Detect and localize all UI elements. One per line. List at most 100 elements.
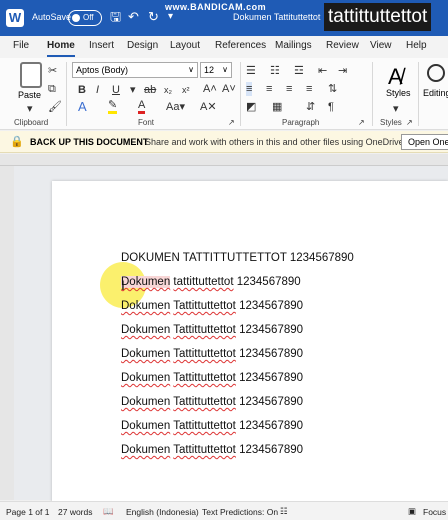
italic-icon[interactable]: I [96, 83, 99, 97]
line-spacing-icon[interactable]: ⇅ [328, 82, 337, 96]
tab-layout[interactable]: Layout [170, 40, 200, 51]
search-icon[interactable] [427, 64, 445, 82]
page-count[interactable]: Page 1 of 1 [6, 507, 49, 517]
strikethrough-icon[interactable]: ab [144, 83, 156, 97]
tab-home[interactable]: Home [47, 40, 75, 57]
number-text: 1234567890 [239, 324, 304, 336]
group-divider [372, 62, 373, 126]
tab-insert[interactable]: Insert [89, 40, 114, 51]
paragraph-line[interactable]: Dokumen Tattittuttettot 1234567890 [121, 300, 303, 312]
message-text: Share and work with others in this and o… [145, 137, 407, 147]
tab-references[interactable]: References [215, 40, 266, 51]
align-center-icon[interactable]: ≡ [266, 82, 272, 96]
shrink-font-icon[interactable]: A˅ [222, 82, 236, 96]
word-count[interactable]: 27 words [58, 507, 93, 517]
font-size-select[interactable]: 12 ∨ [200, 62, 232, 78]
font-color-icon[interactable]: A [138, 100, 146, 114]
subscript-icon[interactable]: x₂ [164, 83, 172, 97]
tab-review[interactable]: Review [326, 40, 359, 51]
increase-indent-icon[interactable]: ⇥ [338, 64, 347, 78]
shading-icon[interactable]: ◩ [246, 100, 256, 114]
horizontal-ruler[interactable] [0, 154, 448, 166]
paragraph-line[interactable]: Dokumen Tattittuttettot 1234567890 [121, 324, 303, 336]
focus-icon[interactable]: ▣ [408, 506, 416, 517]
styles-icon[interactable]: A̸ [388, 64, 403, 90]
styles-dropdown-icon[interactable]: ▾ [393, 102, 399, 116]
language-status[interactable]: English (Indonesia) [126, 507, 199, 517]
word-logo: W [6, 9, 24, 27]
paste-icon[interactable] [20, 62, 42, 88]
decrease-indent-icon[interactable]: ⇤ [318, 64, 327, 78]
font-name-select[interactable]: Aptos (Body) ∨ [72, 62, 198, 78]
autosave-toggle[interactable]: Off [68, 10, 102, 26]
underline-icon[interactable]: U [112, 83, 120, 97]
open-onedrive-button[interactable]: Open One [401, 134, 448, 150]
misspelled-word: Tattittuttettot [173, 396, 236, 408]
copy-icon[interactable]: ⧉ [48, 82, 56, 96]
styles-group-label: Styles [380, 118, 402, 127]
proofing-icon[interactable]: 📖 [103, 506, 114, 517]
undo-icon[interactable]: ↶ [128, 9, 139, 25]
misspelled-word: Dokumen [121, 324, 171, 336]
heading-paragraph[interactable]: DOKUMEN TATTITTUTTETTOT 1234567890 [121, 252, 354, 264]
paragraph-line[interactable]: Dokumen tattittuttettot 1234567890 [121, 276, 301, 288]
grow-font-icon[interactable]: A˄ [203, 82, 217, 96]
number-text: 1234567890 [236, 276, 301, 288]
bullets-icon[interactable]: ☰ [246, 64, 256, 78]
tab-help[interactable]: Help [406, 40, 427, 51]
bold-icon[interactable]: B [78, 83, 86, 97]
align-left-icon[interactable]: ≡ [246, 82, 253, 96]
format-painter-icon[interactable]: 🖌 [48, 100, 62, 114]
message-title: BACK UP THIS DOCUMENT [30, 137, 149, 147]
accessibility-icon[interactable]: ☷ [280, 506, 288, 517]
paragraph-line[interactable]: Dokumen Tattittuttettot 1234567890 [121, 420, 303, 432]
highlight-icon[interactable]: ✎ [108, 100, 118, 114]
misspelled-word: Tattittuttettot [173, 420, 236, 432]
paragraph-line[interactable]: Dokumen Tattittuttettot 1234567890 [121, 396, 303, 408]
autosave-label: AutoSave [32, 12, 72, 22]
group-divider [418, 62, 419, 126]
vertical-ruler[interactable] [0, 166, 14, 500]
focus-label[interactable]: Focus [423, 507, 446, 517]
borders-icon[interactable]: ▦ [272, 100, 282, 114]
justify-icon[interactable]: ≡ [306, 82, 312, 96]
styles-dialog-launcher-icon[interactable]: ↗ [406, 116, 413, 130]
font-dialog-launcher-icon[interactable]: ↗ [228, 116, 235, 130]
show-marks-icon[interactable]: ¶ [328, 100, 334, 114]
tab-mailings[interactable]: Mailings [275, 40, 312, 51]
editing-button-label[interactable]: Editing [423, 88, 448, 98]
tab-file[interactable]: File [13, 40, 29, 51]
styles-button-label[interactable]: Styles [386, 88, 411, 98]
tab-view[interactable]: View [370, 40, 392, 51]
sort-icon[interactable]: ⇵ [306, 100, 315, 114]
tab-design[interactable]: Design [127, 40, 158, 51]
paragraph-line[interactable]: Dokumen Tattittuttettot 1234567890 [121, 444, 303, 456]
text-effects-icon[interactable]: A [78, 100, 87, 114]
paste-button-label[interactable]: Paste [18, 90, 41, 100]
underline-dropdown-icon[interactable]: ▾ [130, 83, 136, 97]
align-right-icon[interactable]: ≡ [286, 82, 292, 96]
cut-icon[interactable]: ✂ [48, 64, 57, 78]
number-text: 1234567890 [239, 396, 304, 408]
paste-dropdown-icon[interactable]: ▾ [27, 102, 33, 116]
overlay-caption: tattittuttettot [324, 3, 432, 31]
misspelled-word: Dokumen [121, 444, 171, 456]
paragraph-dialog-launcher-icon[interactable]: ↗ [358, 116, 365, 130]
misspelled-word: Dokumen [121, 348, 171, 360]
group-divider [66, 62, 67, 126]
ribbon: Paste ▾ ✂ ⧉ 🖌 Clipboard Aptos (Body) ∨ 12… [0, 58, 448, 130]
superscript-icon[interactable]: x² [182, 83, 190, 97]
clipboard-group-label: Clipboard [14, 118, 49, 127]
clear-formatting-icon[interactable]: A✕ [200, 100, 217, 114]
numbering-icon[interactable]: ☷ [270, 64, 280, 78]
multilevel-list-icon[interactable]: ☲ [294, 64, 304, 78]
font-size-value: 12 [204, 65, 215, 75]
number-text: 1234567890 [239, 372, 304, 384]
document-page[interactable] [52, 181, 448, 511]
text-predictions-status[interactable]: Text Predictions: On [202, 507, 278, 517]
paragraph-line[interactable]: Dokumen Tattittuttettot 1234567890 [121, 348, 303, 360]
save-icon[interactable]: 🖫 [110, 9, 121, 25]
redo-icon[interactable]: ↻ [148, 9, 159, 25]
change-case-icon[interactable]: Aa▾ [166, 100, 185, 114]
paragraph-line[interactable]: Dokumen Tattittuttettot 1234567890 [121, 372, 303, 384]
